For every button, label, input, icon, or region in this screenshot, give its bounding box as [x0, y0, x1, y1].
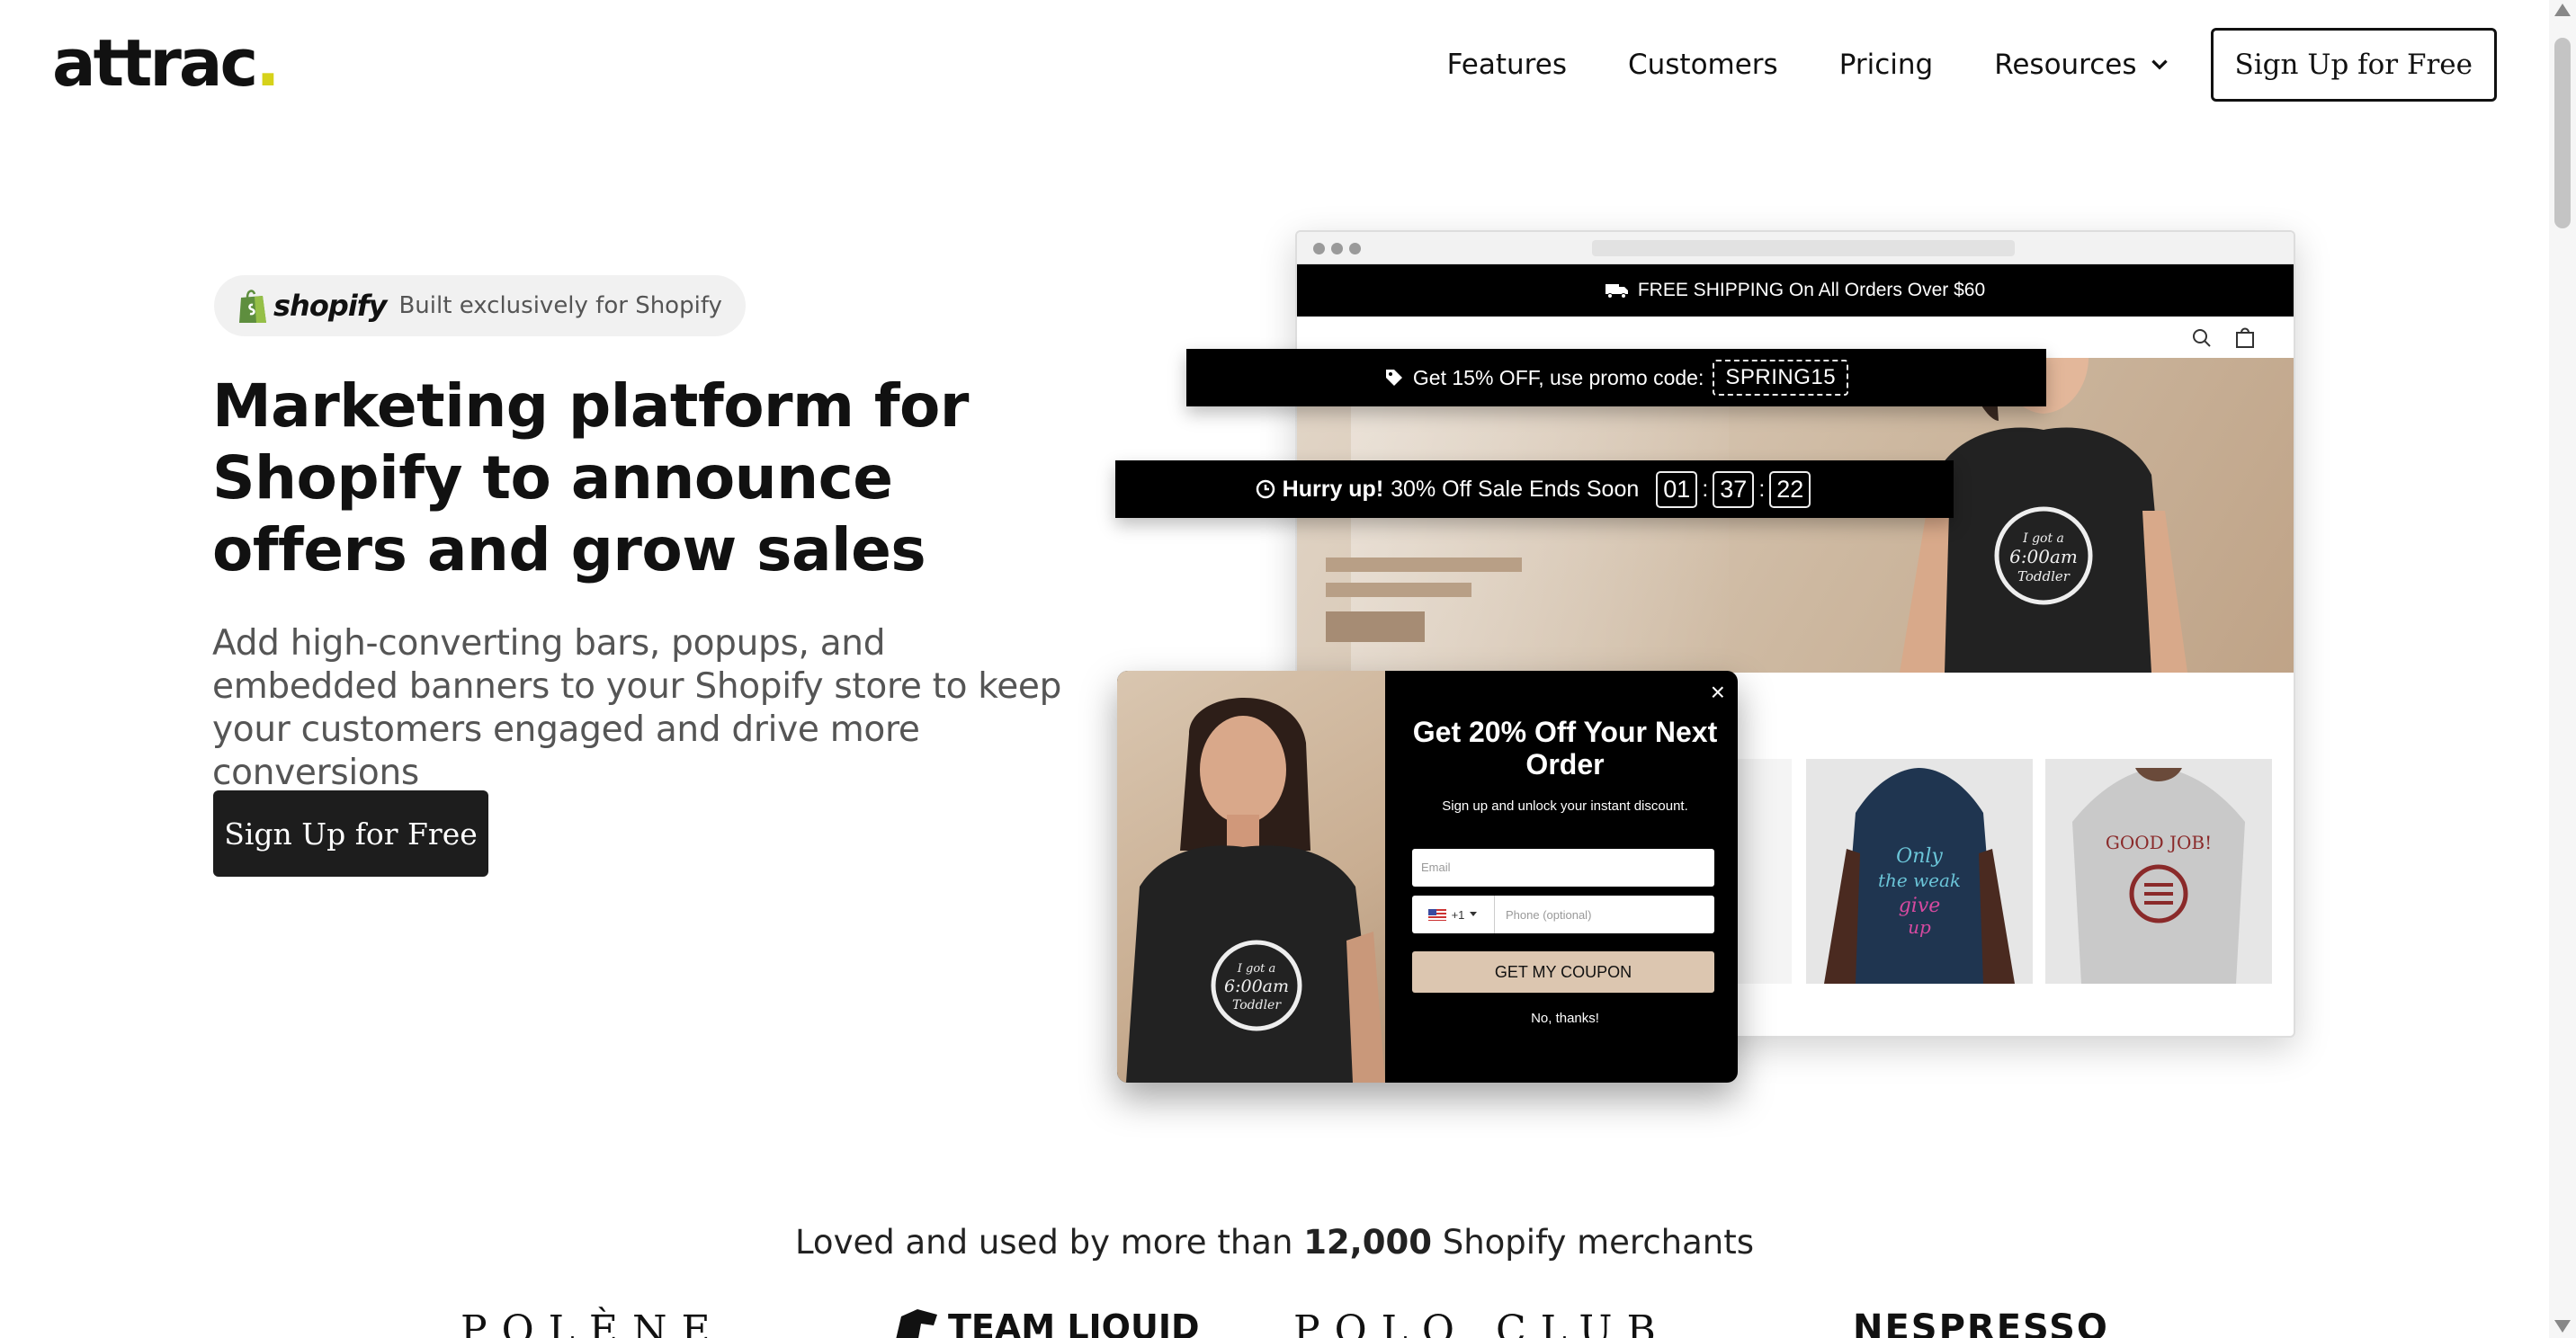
scroll-down-arrow-icon[interactable] [2554, 1320, 2571, 1333]
tee-print-line: up [1908, 916, 1931, 938]
us-flag-icon [1427, 908, 1446, 921]
scroll-up-arrow-icon[interactable] [2554, 4, 2571, 16]
country-code-select[interactable]: +1 [1412, 896, 1495, 933]
brand-logo-polene: POLÈNE [461, 1307, 725, 1338]
navy-tee-image: Only the weak give up [1806, 759, 2033, 984]
get-coupon-button[interactable]: GET MY COUPON [1412, 951, 1714, 993]
tee-print-line: give [1899, 895, 1941, 917]
hero-subhead: Add high-converting bars, popups, and em… [212, 623, 1062, 793]
popup-close-icon[interactable]: × [1711, 678, 1725, 707]
tee-print-line: the weak [1878, 870, 1961, 891]
hero-signup-button[interactable]: Sign Up for Free [213, 790, 488, 877]
scrollbar-thumb[interactable] [2554, 38, 2571, 228]
tee-print-line: Toddler [2017, 568, 2071, 584]
truck-icon [1605, 284, 1628, 299]
nav-features[interactable]: Features [1447, 49, 1567, 81]
tee-print-line: GOOD JOB! [2106, 832, 2212, 853]
horse-icon [896, 1309, 937, 1338]
shopify-wordmark: shopify [273, 289, 387, 323]
phone-placeholder: Phone (optional) [1506, 908, 1592, 922]
shopify-bag-icon [239, 290, 266, 323]
popup-subtitle: Sign up and unlock your instant discount… [1442, 798, 1688, 814]
promo-code[interactable]: SPRING15 [1713, 360, 1849, 396]
brand-logo[interactable]: attrac. [52, 25, 281, 101]
search-icon [2193, 329, 2211, 347]
tee-print-line: Only [1896, 845, 1943, 868]
nav-resources[interactable]: Resources [1994, 49, 2170, 81]
tee-print-line: I got a [1237, 962, 1276, 976]
main-nav: Features Customers Pricing Resources Sig… [1447, 28, 2497, 102]
product-card-grey-tee: GOOD JOB! [2045, 759, 2272, 984]
window-dot-icon [1313, 243, 1325, 254]
social-proof-suffix: Shopify merchants [1442, 1223, 1755, 1262]
merchant-count: 12,000 [1303, 1223, 1432, 1262]
window-dot-icon [1349, 243, 1361, 254]
badge-text: Built exclusively for Shopify [398, 292, 722, 319]
model-in-tshirt-image: I got a 6:00am Toddler [1126, 698, 1385, 1083]
social-proof-prefix: Loved and used by more than [794, 1223, 1293, 1262]
nav-customers[interactable]: Customers [1628, 49, 1778, 81]
logo-text: attrac [52, 25, 258, 101]
brand-logo-team-liquid: TEAM LIQUID [890, 1307, 1200, 1338]
chevron-down-icon [1470, 912, 1478, 916]
timer-hours: 01 [1656, 470, 1698, 508]
social-proof-text: Loved and used by more than 12,000 Shopi… [0, 1223, 2549, 1262]
brand-logo-polo-club: POLO CLUB [1293, 1307, 1670, 1338]
timer-bar-bold: Hurry up! [1282, 476, 1384, 502]
logo-dot: . [255, 25, 280, 101]
customer-logos: POLÈNE TEAM LIQUID POLO CLUB NESPRESSO [0, 1304, 2549, 1338]
timer-minutes: 37 [1713, 470, 1755, 508]
clock-icon [1256, 479, 1275, 499]
tee-print-line: Toddler [1232, 998, 1282, 1012]
window-dot-icon [1331, 243, 1343, 254]
chevron-down-icon [2151, 59, 2168, 70]
page-scrollbar[interactable] [2549, 0, 2576, 1338]
popup-phone-field[interactable]: +1 Phone (optional) [1412, 896, 1714, 933]
timer-seconds: 22 [1769, 470, 1811, 508]
placeholder-line [1326, 583, 1471, 597]
shipping-bar: FREE SHIPPING On All Orders Over $60 [1297, 264, 2294, 317]
countdown-bar: Hurry up! 30% Off Sale Ends Soon 01: 37:… [1115, 460, 1954, 518]
brand-logo-nespresso: NESPRESSO [1853, 1307, 2109, 1338]
promo-code-bar: Get 15% OFF, use promo code: SPRING15 [1186, 349, 2046, 406]
popup-title: Get 20% Off Your Next Order [1412, 716, 1718, 780]
address-bar [1592, 240, 2015, 256]
tee-print-line: 6:00am [1224, 977, 1289, 996]
tag-icon [1385, 370, 1402, 386]
tee-print-line: I got a [2022, 531, 2064, 546]
team-liquid-text: TEAM LIQUID [948, 1307, 1200, 1338]
grey-tee-image: GOOD JOB! [2045, 759, 2272, 984]
country-code: +1 [1451, 907, 1465, 922]
timer-bar-text: 30% Off Sale Ends Soon [1391, 476, 1640, 502]
decline-link[interactable]: No, thanks! [1403, 1011, 1727, 1026]
product-card-navy-tee: Only the weak give up [1806, 759, 2033, 984]
placeholder-button [1326, 611, 1425, 642]
shipping-bar-text: FREE SHIPPING On All Orders Over $60 [1637, 280, 1986, 300]
promo-bar-text: Get 15% OFF, use promo code: [1412, 365, 1704, 389]
nav-pricing[interactable]: Pricing [1839, 49, 1934, 81]
popup-email-field[interactable]: Email [1412, 849, 1714, 887]
header-signup-button[interactable]: Sign Up for Free [2210, 28, 2497, 102]
placeholder-line [1326, 558, 1522, 572]
browser-chrome [1297, 232, 2294, 264]
nav-resources-label: Resources [1994, 49, 2137, 81]
bag-icon [2236, 327, 2254, 348]
shopify-badge: shopify Built exclusively for Shopify [214, 275, 746, 336]
popup-model-image: I got a 6:00am Toddler [1117, 671, 1385, 1083]
discount-popup: I got a 6:00am Toddler × Get 20% Off You… [1117, 671, 1738, 1083]
hero-headline: Marketing platform for Shopify to announ… [212, 371, 969, 584]
tee-print-line: 6:00am [2009, 546, 2078, 567]
